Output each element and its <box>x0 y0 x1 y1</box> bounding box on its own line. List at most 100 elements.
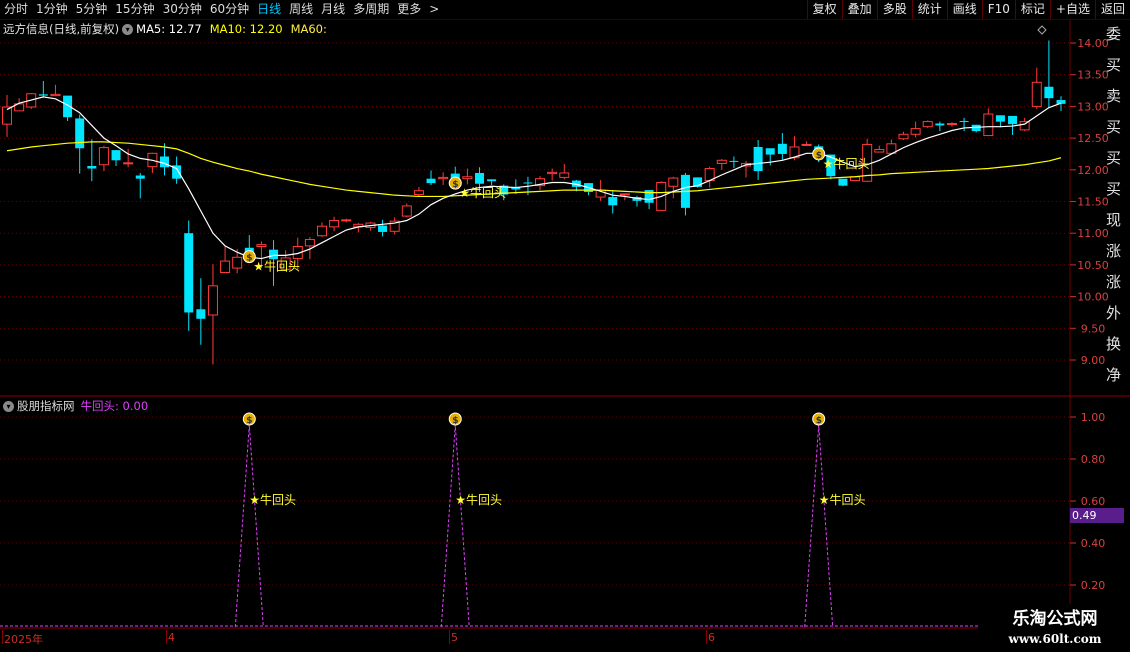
candle-body <box>619 193 630 196</box>
candle-body <box>935 123 945 126</box>
date-axis: 2025年 4 5 6 <box>0 630 980 646</box>
watermark-logo: 乐淘公式网 www.60lt.com <box>978 604 1130 652</box>
price-tick-label: 11.50 <box>1077 196 1109 209</box>
candle-body <box>874 149 885 153</box>
candle-body <box>401 205 412 217</box>
quote-panel-char: 现 <box>1106 211 1122 229</box>
price-tick-label: 13.00 <box>1077 100 1109 113</box>
quote-panel-char: 换 <box>1106 335 1122 353</box>
date-label: 6 <box>708 631 715 644</box>
candle-body <box>98 147 109 166</box>
quote-panel-char: 买 <box>1106 180 1122 198</box>
candle-body <box>196 309 206 319</box>
date-tick <box>706 630 707 644</box>
indicator-label: 牛回头: 0.00 <box>80 399 149 413</box>
candle-body <box>547 171 558 175</box>
candle-body <box>63 95 73 118</box>
price-tick-label: 12.50 <box>1077 132 1109 145</box>
price-tick-label: 11.00 <box>1077 227 1109 240</box>
candle-body <box>777 143 787 154</box>
money-bag-icon: $ <box>816 151 822 161</box>
candle-body <box>608 197 618 206</box>
candle-body <box>922 121 933 128</box>
candle-body <box>801 143 812 146</box>
price-tick-label: 12.00 <box>1077 164 1109 177</box>
quote-panel-char: 卖 <box>1106 87 1122 105</box>
candle-body <box>341 219 352 222</box>
date-tick <box>166 630 167 644</box>
candle-body <box>304 239 315 247</box>
price-tick-label: 14.00 <box>1077 37 1109 50</box>
kline-chart[interactable]: 14.00 13.50 13.00 12.50 12.00 11.50 11.00 10.50… <box>0 0 1130 650</box>
ma60-line <box>6 141 1062 198</box>
sub-tick-label: 0.60 <box>1081 495 1106 508</box>
watermark-url: www.60lt.com <box>1008 632 1102 646</box>
date-label: 5 <box>451 631 458 644</box>
quote-panel-char: 涨 <box>1106 242 1122 260</box>
sub-signal-label: ★牛回头 <box>455 492 502 507</box>
money-bag-icon: $ <box>452 416 458 426</box>
signal-label: ★牛回头 <box>253 259 300 274</box>
candle-body <box>910 128 921 135</box>
ma5-line <box>6 96 1062 260</box>
candle-body <box>729 160 739 162</box>
sub-tick-label: 0.20 <box>1081 579 1106 592</box>
quote-panel-char: 涨 <box>1106 273 1122 291</box>
sub-indicator-peak <box>440 424 470 628</box>
date-label: 4 <box>168 631 175 644</box>
quote-panel-char: 外 <box>1106 304 1122 322</box>
money-bag-icon: $ <box>246 416 252 426</box>
quote-panel-char: 委 <box>1106 25 1122 43</box>
candle-body <box>995 115 1005 122</box>
candle-body <box>184 233 194 313</box>
candle-body <box>426 178 436 184</box>
price-tick-label: 9.50 <box>1081 322 1106 335</box>
sub-tick-label: 0.40 <box>1081 537 1106 550</box>
candle-body <box>135 175 145 179</box>
candle-body <box>487 179 497 182</box>
candle-body <box>123 162 134 165</box>
candle-body <box>838 178 848 186</box>
candle-body <box>207 285 218 316</box>
candle-body <box>269 249 279 260</box>
candle-body <box>87 165 97 169</box>
candle-body <box>378 225 388 232</box>
candle-body <box>959 120 969 122</box>
watermark-title: 乐淘公式网 <box>1012 609 1098 629</box>
sub-settings-dot-icon[interactable]: ▾ <box>3 400 14 412</box>
current-value-tag: 0.49 <box>1070 508 1124 523</box>
candle-body <box>2 106 12 125</box>
sub-indicator-peak <box>804 424 834 628</box>
candle-body <box>668 177 679 187</box>
quote-panel-char: 买 <box>1106 118 1122 136</box>
date-tick <box>449 630 450 644</box>
price-tick-label: 9.00 <box>1081 354 1106 367</box>
candle-body <box>1008 115 1018 125</box>
candle-body <box>75 118 85 149</box>
diamond-icon <box>1037 25 1047 35</box>
candle-body <box>765 148 775 155</box>
quote-panel-char: 净 <box>1106 366 1122 384</box>
candle-body <box>559 172 570 178</box>
signal-label: ★牛回头 <box>459 185 506 200</box>
price-tick-label: 10.00 <box>1077 291 1109 304</box>
candle-body <box>256 244 267 248</box>
candle-body <box>1031 81 1042 107</box>
candle-body <box>462 176 473 180</box>
candle-body <box>474 172 484 184</box>
signal-label: ★牛回头 <box>823 156 870 171</box>
quote-panel-char: 买 <box>1106 149 1122 167</box>
quote-panel-char: 买 <box>1106 56 1122 74</box>
price-tick-label: 13.50 <box>1077 69 1109 82</box>
sub-chart-title: ▾ 股朋指标网 牛回头: 0.00 <box>0 398 148 414</box>
candle-body <box>220 260 231 274</box>
date-label: 2025年 <box>4 633 43 646</box>
candle-body <box>983 113 994 137</box>
candle-body <box>316 225 327 237</box>
candle-body <box>38 94 48 96</box>
date-tick <box>2 630 3 644</box>
candle-body <box>329 220 340 228</box>
sub-tick-label: 1.00 <box>1081 411 1106 424</box>
candle-body <box>50 93 61 97</box>
price-tick-label: 10.50 <box>1077 259 1109 272</box>
